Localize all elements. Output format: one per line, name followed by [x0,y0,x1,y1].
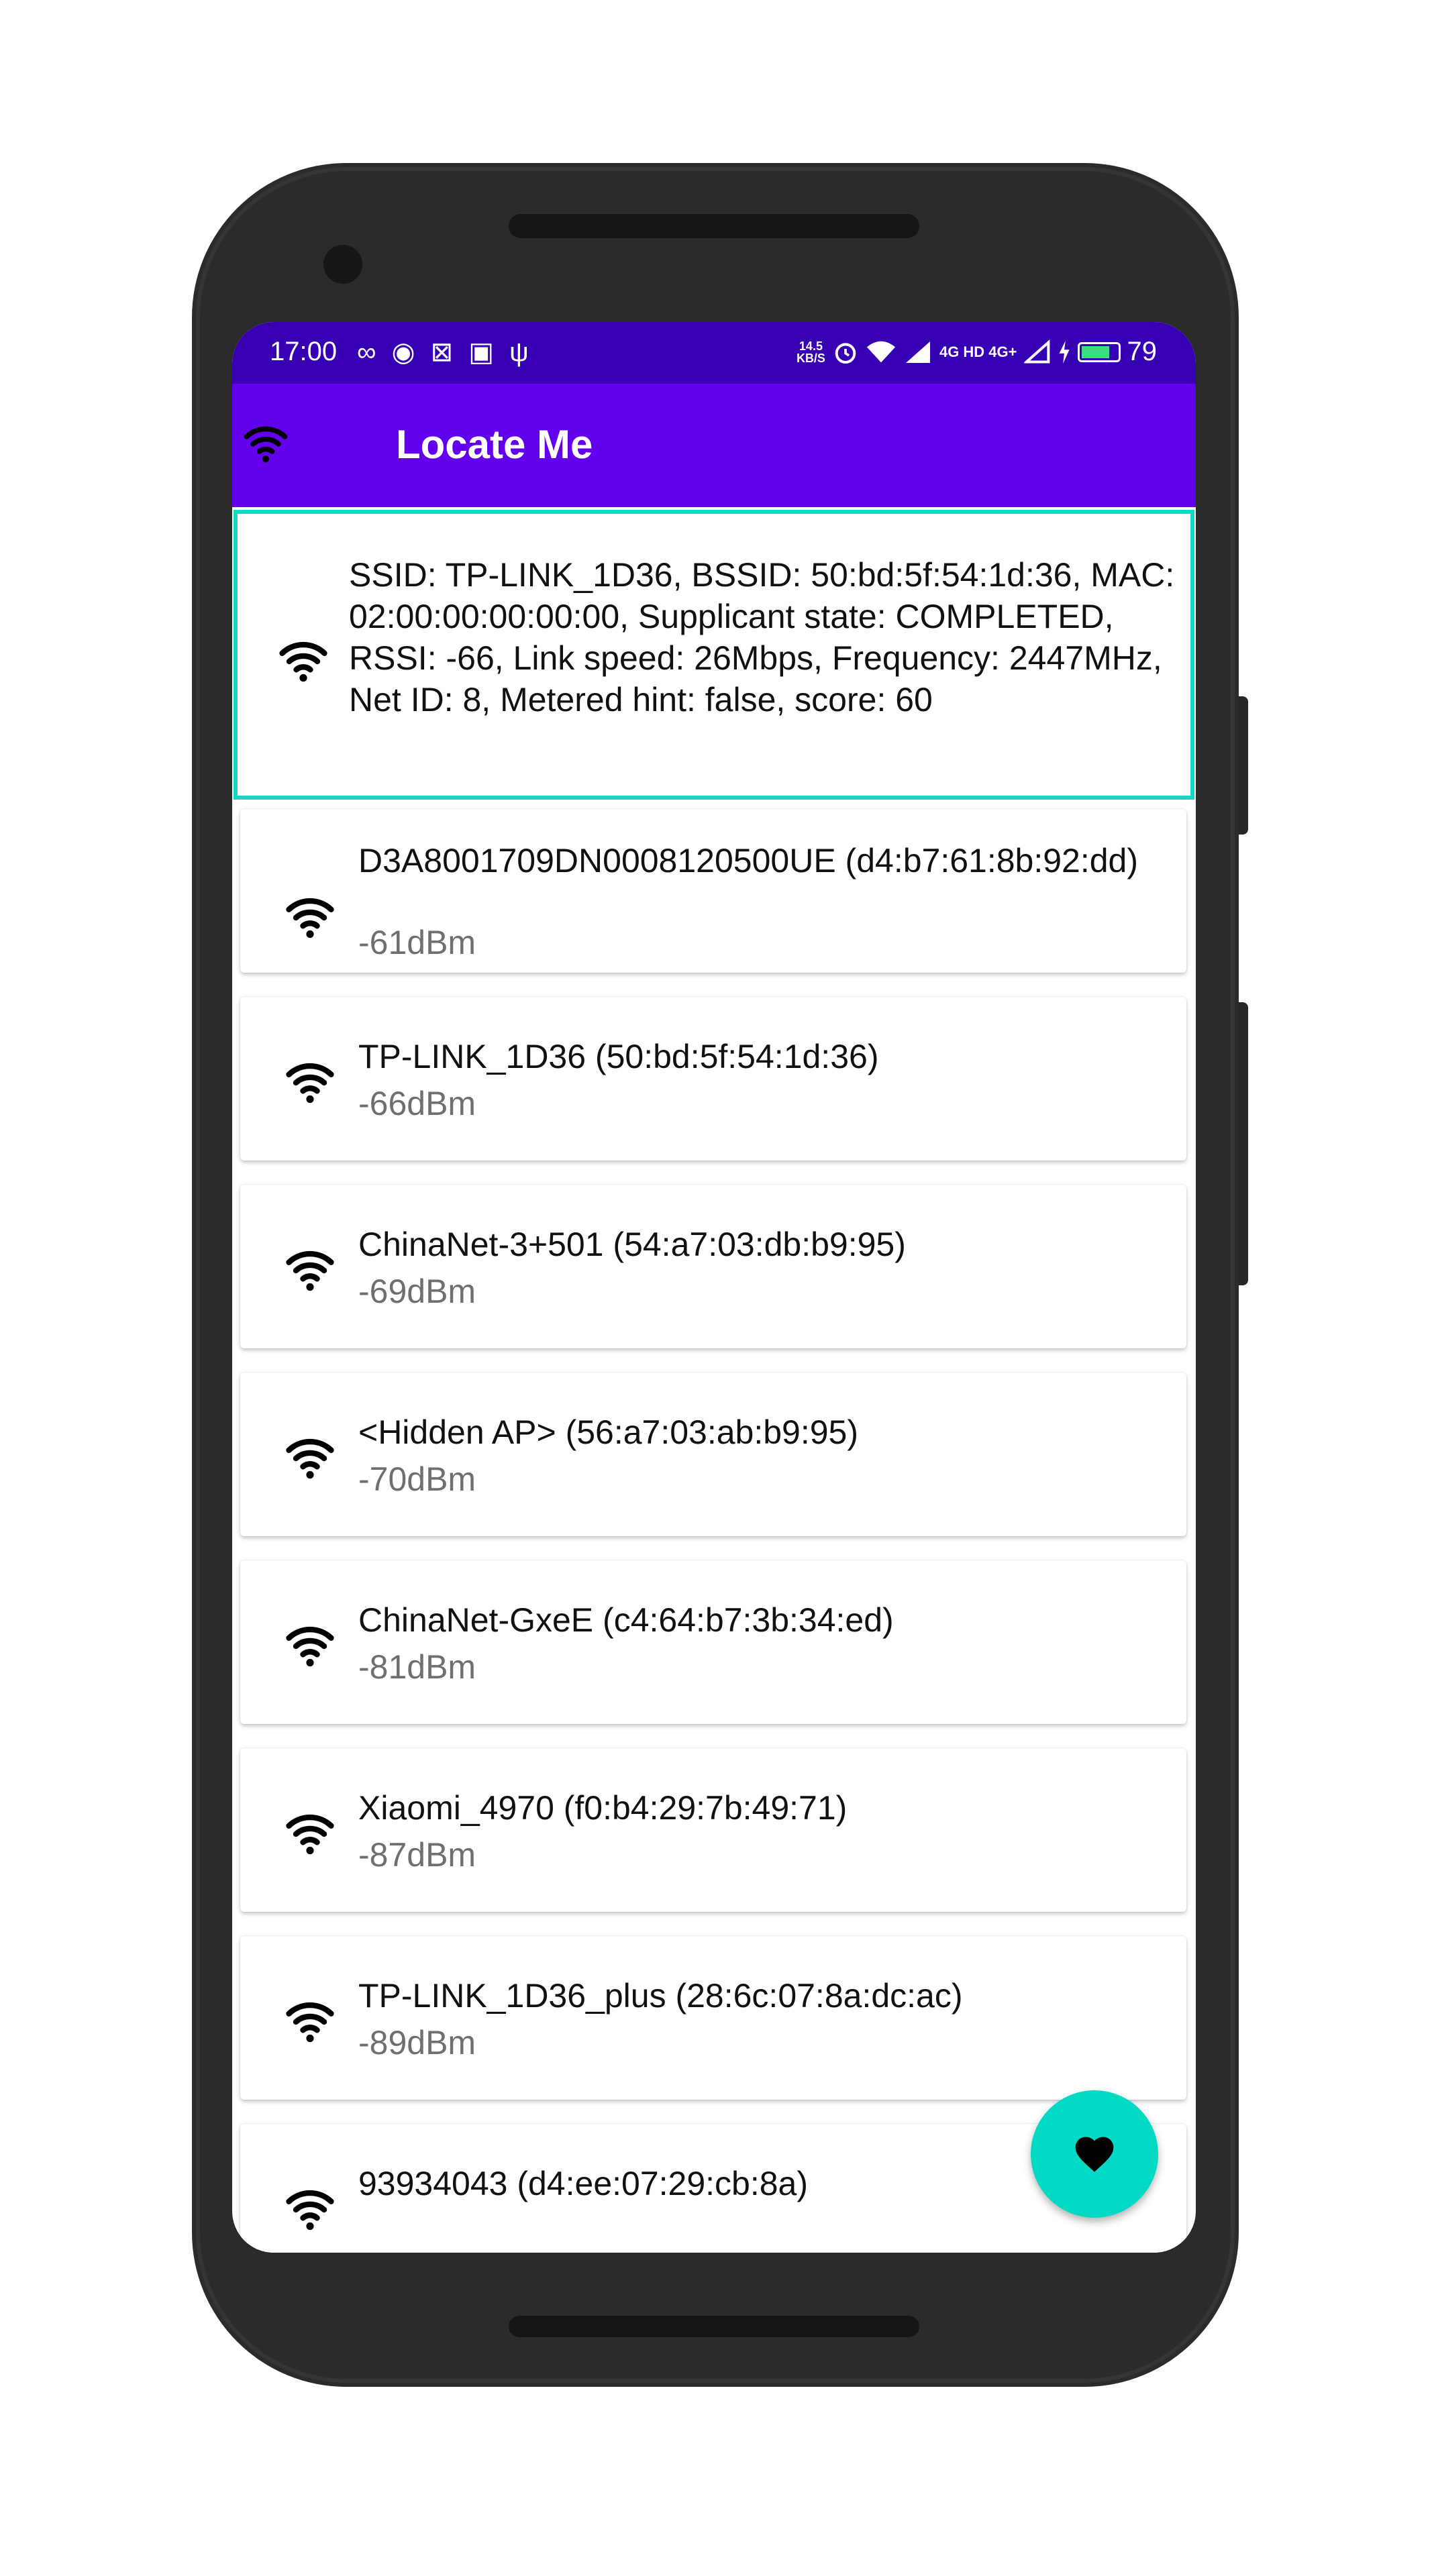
access-point-name: ChinaNet-GxeE (c4:64:b7:3b:34:ed) [358,1601,894,1639]
earpiece-speaker [509,214,919,238]
wifi-icon [279,641,327,682]
access-point-signal-level: -69dBm [358,1273,476,1310]
access-point-name: <Hidden AP> (56:a7:03:ab:b9:95) [358,1413,859,1451]
battery-fill [1081,345,1109,358]
access-point-signal-level: -66dBm [358,1085,476,1122]
access-point-signal-level: -81dBm [358,1648,476,1686]
access-point-card[interactable]: <Hidden AP> (56:a7:03:ab:b9:95) -70dBm [240,1373,1186,1536]
wifi-icon [244,426,288,463]
charging-icon [1058,340,1070,364]
wifi-icon [286,1438,334,1479]
wifi-icon [286,1626,334,1667]
access-point-card[interactable]: TP-LINK_1D36 (50:bd:5f:54:1d:36) -66dBm [240,997,1186,1161]
front-camera [323,245,362,284]
access-point-card[interactable]: Xiaomi_4970 (f0:b4:29:7b:49:71) -87dBm [240,1748,1186,1912]
battery-icon [1077,341,1121,362]
wifi-icon [286,898,334,938]
access-point-signal-level: -87dBm [358,1836,476,1874]
network-type-labels: 4G HD 4G+ [939,343,1017,360]
access-point-name: TP-LINK_1D36_plus (28:6c:07:8a:dc:ac) [358,1977,963,2015]
power-button [1239,1002,1248,1285]
battery-percent: 79 [1127,337,1158,366]
connection-info-text: SSID: TP-LINK_1D36, BSSID: 50:bd:5f:54:1… [349,556,1175,718]
status-time: 17:00 [270,337,338,366]
wifi-icon [286,1814,334,1855]
status-bar: 17:00 ∞ ◉ ⊠ ▣ ψ 14.5 KB/S 4G HD 4G+ 79 [232,322,1196,384]
app-title: Locate Me [396,422,593,467]
access-point-card[interactable]: ChinaNet-GxeE (c4:64:b7:3b:34:ed) -81dBm [240,1560,1186,1724]
wifi-icon [286,1250,334,1291]
access-point-signal-level: -89dBm [358,2024,476,2061]
cell-signal-icon [905,341,930,363]
volume-button [1239,696,1248,835]
wifi-icon [286,1063,334,1104]
access-point-signal-level: -61dBm [358,924,476,961]
access-point-name: D3A8001709DN0008120500UE (d4:b7:61:8b:92… [358,842,1139,879]
access-point-card[interactable]: ChinaNet-3+501 (54:a7:03:db:b9:95) -69dBm [240,1185,1186,1348]
alarm-icon [835,342,856,364]
wifi-status-icon [866,341,896,362]
cell-signal-2-icon [1023,339,1050,364]
wifi-icon [286,2190,334,2231]
access-point-signal-level: -70dBm [358,1460,476,1498]
wifi-icon [286,2002,334,2043]
heart-icon [1075,2137,1114,2172]
bottom-speaker [509,2316,919,2337]
access-point-card[interactable]: TP-LINK_1D36_plus (28:6c:07:8a:dc:ac) -89… [240,1936,1186,2100]
access-point-name: Xiaomi_4970 (f0:b4:29:7b:49:71) [358,1789,848,1827]
favorite-fab[interactable] [1031,2090,1158,2218]
access-point-name: TP-LINK_1D36 (50:bd:5f:54:1d:36) [358,1038,879,1075]
connection-info-card[interactable]: SSID: TP-LINK_1D36, BSSID: 50:bd:5f:54:1… [234,510,1194,800]
access-point-name: ChinaNet-3+501 (54:a7:03:db:b9:95) [358,1226,906,1263]
app-bar: Locate Me [232,384,1196,507]
access-point-card[interactable]: D3A8001709DN0008120500UE (d4:b7:61:8b:92… [240,809,1186,973]
notification-icons: ∞ ◉ ⊠ ▣ ψ [357,337,533,367]
network-speed: 14.5 KB/S [796,339,825,365]
phone-screen: 17:00 ∞ ◉ ⊠ ▣ ψ 14.5 KB/S 4G HD 4G+ 79 L… [232,322,1196,2253]
system-icons: 14.5 KB/S 4G HD 4G+ 79 [797,337,1157,367]
